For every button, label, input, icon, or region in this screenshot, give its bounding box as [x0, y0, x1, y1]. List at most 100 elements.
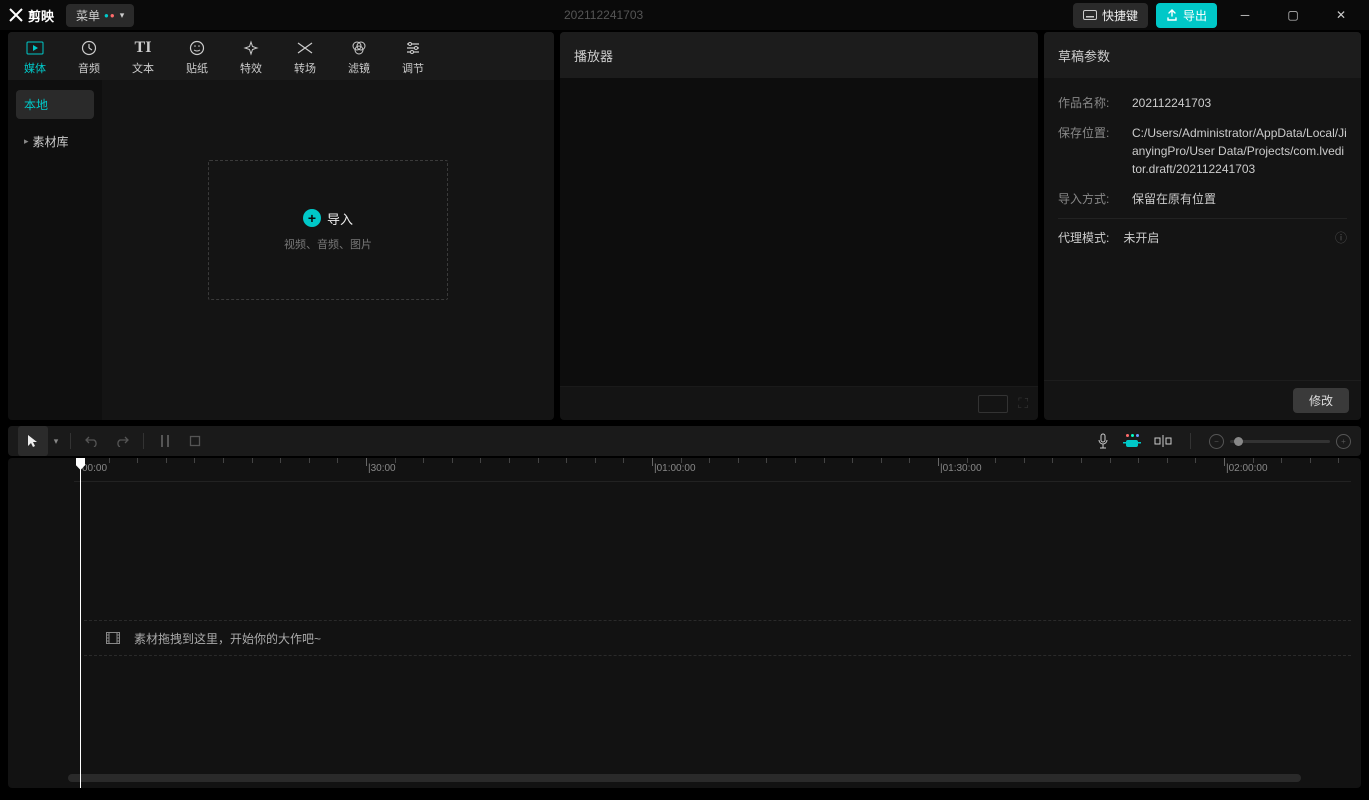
tab-label: 调节	[402, 60, 424, 76]
sticker-icon	[189, 38, 205, 58]
draft-title: 草稿参数	[1044, 32, 1361, 78]
tab-label: 媒体	[24, 60, 46, 76]
import-label: 导入	[327, 209, 353, 228]
playhead[interactable]	[80, 458, 81, 788]
tab-label: 音频	[78, 60, 100, 76]
tab-label: 贴纸	[186, 60, 208, 76]
crop-icon	[189, 435, 201, 447]
media-panel: 媒体 音频 TI文本 贴纸 特效 转场 滤镜 调节 本地 ▸素材库 +导入 视频…	[8, 32, 554, 420]
zoom-in-button[interactable]: +	[1336, 434, 1351, 449]
media-icon	[26, 38, 44, 58]
sidebar-item-label: 本地	[24, 96, 48, 113]
delete-button[interactable]	[180, 426, 210, 456]
chevron-right-icon: ▸	[24, 136, 29, 147]
record-button[interactable]	[1096, 433, 1110, 449]
export-button[interactable]: 导出	[1156, 3, 1217, 28]
draft-import-label: 导入方式:	[1058, 190, 1118, 208]
modify-button[interactable]: 修改	[1293, 388, 1349, 413]
align-button[interactable]	[1154, 434, 1172, 448]
ai-button[interactable]	[1122, 434, 1142, 448]
tab-sticker[interactable]: 贴纸	[170, 34, 224, 80]
draft-save-label: 保存位置:	[1058, 124, 1118, 178]
select-dropdown[interactable]: ▾	[48, 426, 64, 456]
minimize-button[interactable]: ─	[1225, 0, 1265, 30]
ruler-mark: |01:00:00	[654, 463, 696, 474]
ruler-mark: 00:00	[82, 463, 107, 474]
tab-media[interactable]: 媒体	[8, 34, 62, 80]
zoom-track[interactable]	[1230, 440, 1330, 443]
fullscreen-icon[interactable]: ⛶	[1018, 395, 1028, 412]
text-icon: TI	[135, 38, 152, 58]
modify-label: 修改	[1309, 394, 1333, 408]
menu-label: 菜单	[76, 7, 100, 24]
sidebar-item-library[interactable]: ▸ 素材库	[16, 127, 94, 156]
app-logo: 剪映	[8, 6, 54, 25]
close-button[interactable]: ✕	[1321, 0, 1361, 30]
tab-text[interactable]: TI 文本	[116, 34, 170, 80]
audio-icon	[81, 38, 97, 58]
tab-label: 文本	[132, 60, 154, 76]
tab-filter[interactable]: 滤镜	[332, 34, 386, 80]
tab-transition[interactable]: 转场	[278, 34, 332, 80]
filter-icon	[351, 38, 367, 58]
tab-label: 特效	[240, 60, 262, 76]
mic-icon	[1096, 433, 1110, 449]
draft-proxy-value: 未开启	[1123, 229, 1159, 246]
project-title: 202112241703	[134, 8, 1073, 22]
scissors-icon	[8, 7, 24, 23]
tab-label: 滤镜	[348, 60, 370, 76]
category-tabs: 媒体 音频 TI 文本 贴纸 特效 转场 滤镜 调节	[8, 32, 554, 80]
tab-effects[interactable]: 特效	[224, 34, 278, 80]
ruler-mark: |01:30:00	[940, 463, 982, 474]
draft-proxy-row: 代理模式: 未开启 ⓘ	[1058, 218, 1347, 246]
keyboard-icon	[1083, 10, 1097, 20]
export-label: 导出	[1183, 7, 1207, 24]
player-controls: ⛶	[560, 386, 1038, 420]
draft-name-value: 202112241703	[1132, 94, 1211, 112]
track-area[interactable]: 素材拖拽到这里，开始你的大作吧~	[8, 482, 1361, 788]
zoom-thumb[interactable]	[1234, 437, 1243, 446]
import-dropzone[interactable]: +导入 视频、音频、图片	[208, 160, 448, 300]
time-ruler[interactable]: 00:00 |30:00 |01:00:00 |01:30:00 |02:00:…	[74, 458, 1351, 482]
player-viewport[interactable]	[560, 78, 1038, 386]
split-button[interactable]	[150, 426, 180, 456]
ratio-selector[interactable]	[978, 395, 1008, 413]
draft-panel: 草稿参数 作品名称: 202112241703 保存位置: C:/Users/A…	[1044, 32, 1361, 420]
tab-adjust[interactable]: 调节	[386, 34, 440, 80]
media-sidebar: 本地 ▸ 素材库	[8, 80, 102, 420]
draft-save-row: 保存位置: C:/Users/Administrator/AppData/Loc…	[1058, 118, 1347, 184]
tab-audio[interactable]: 音频	[62, 34, 116, 80]
app-name: 剪映	[28, 6, 54, 25]
undo-button[interactable]	[77, 426, 107, 456]
horizontal-scrollbar[interactable]	[68, 774, 1301, 782]
chevron-down-icon: ▾	[120, 10, 125, 21]
align-icon	[1154, 434, 1172, 448]
draft-name-label: 作品名称:	[1058, 94, 1118, 112]
redo-button[interactable]	[107, 426, 137, 456]
hotkey-button[interactable]: 快捷键	[1073, 3, 1148, 28]
sparkle-icon	[243, 38, 259, 58]
scrollbar-thumb[interactable]	[68, 774, 1301, 782]
menu-button[interactable]: 菜单 ●● ▾	[66, 4, 134, 27]
plus-icon: +	[303, 209, 321, 227]
adjust-icon	[405, 38, 421, 58]
zoom-out-button[interactable]: −	[1209, 434, 1224, 449]
timeline: 00:00 |30:00 |01:00:00 |01:30:00 |02:00:…	[8, 458, 1361, 788]
drag-hint-text: 素材拖拽到这里，开始你的大作吧~	[134, 630, 321, 647]
sidebar-item-label: 素材库	[33, 133, 69, 150]
ruler-mark: |30:00	[368, 463, 396, 474]
sidebar-item-local[interactable]: 本地	[16, 90, 94, 119]
export-icon	[1166, 9, 1178, 21]
ai-body-icon	[1122, 438, 1142, 448]
info-icon[interactable]: ⓘ	[1335, 229, 1347, 246]
split-icon	[159, 434, 171, 448]
maximize-button[interactable]: ▢	[1273, 0, 1313, 30]
redo-icon	[115, 435, 129, 447]
draft-name-row: 作品名称: 202112241703	[1058, 88, 1347, 118]
draft-proxy-label: 代理模式:	[1058, 229, 1109, 246]
hotkey-label: 快捷键	[1102, 7, 1138, 24]
empty-video-track[interactable]: 素材拖拽到这里，开始你的大作吧~	[84, 620, 1351, 656]
select-tool[interactable]	[18, 426, 48, 456]
undo-icon	[85, 435, 99, 447]
zoom-slider: − +	[1209, 434, 1351, 449]
